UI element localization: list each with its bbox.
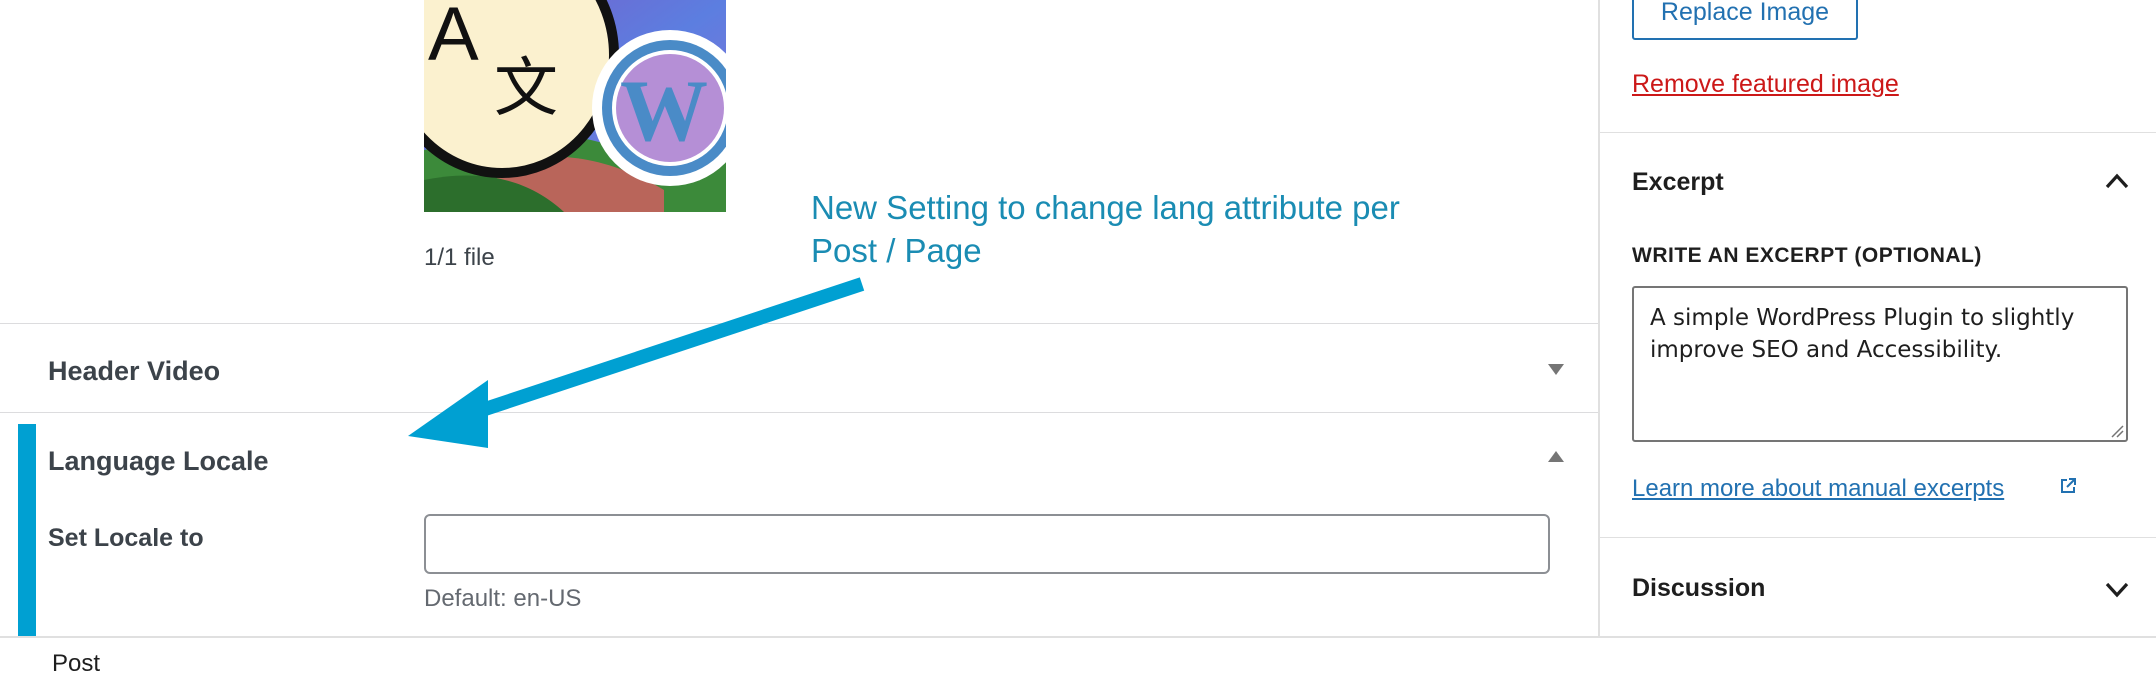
set-locale-label: Set Locale to [48, 524, 204, 552]
svg-text:W: W [620, 63, 708, 160]
locale-default-hint: Default: en-US [424, 585, 582, 612]
file-count-label: 1/1 file [424, 244, 495, 271]
latin-glyph: A [428, 0, 479, 77]
excerpt-field-label: WRITE AN EXCERPT (OPTIONAL) [1632, 244, 1982, 267]
locale-input[interactable] [424, 514, 1550, 574]
sidebar-divider [1600, 537, 2156, 538]
sidebar-divider [1600, 132, 2156, 133]
header-video-panel-title[interactable]: Header Video [48, 356, 220, 387]
replace-image-button[interactable]: Replace Image [1632, 0, 1858, 40]
settings-sidebar: Replace Image Remove featured image Exce… [1600, 0, 2156, 636]
chevron-up-icon[interactable] [2104, 172, 2130, 190]
panel-divider [0, 412, 1598, 413]
triangle-down-icon[interactable] [1546, 362, 1566, 376]
language-locale-highlight-bar [18, 424, 36, 636]
translate-wordpress-image: A 文 W [424, 0, 726, 212]
language-locale-panel-title[interactable]: Language Locale [48, 446, 269, 477]
chevron-down-icon[interactable] [2104, 580, 2130, 598]
resize-grip-icon[interactable] [2110, 424, 2124, 438]
editor-main: A 文 W 1/1 file Header Video Language Loc… [0, 0, 1598, 636]
editor-footer: Post [0, 636, 2156, 680]
excerpt-textarea[interactable]: A simple WordPress Plugin to slightly im… [1632, 286, 2128, 442]
discussion-panel-title[interactable]: Discussion [1632, 574, 1765, 603]
external-link-icon [2061, 478, 2076, 493]
cjk-glyph: 文 [494, 52, 558, 126]
breadcrumb-post[interactable]: Post [52, 650, 100, 678]
triangle-up-icon[interactable] [1546, 450, 1566, 464]
learn-more-excerpts-link[interactable]: Learn more about manual excerpts [1632, 475, 2004, 503]
remove-featured-image-link[interactable]: Remove featured image [1632, 70, 1899, 99]
annotation-callout-text: New Setting to change lang attribute per… [811, 189, 1400, 269]
panel-divider [0, 323, 1598, 324]
excerpt-panel-title[interactable]: Excerpt [1632, 168, 1724, 197]
featured-media-thumbnail[interactable]: A 文 W [424, 0, 726, 212]
